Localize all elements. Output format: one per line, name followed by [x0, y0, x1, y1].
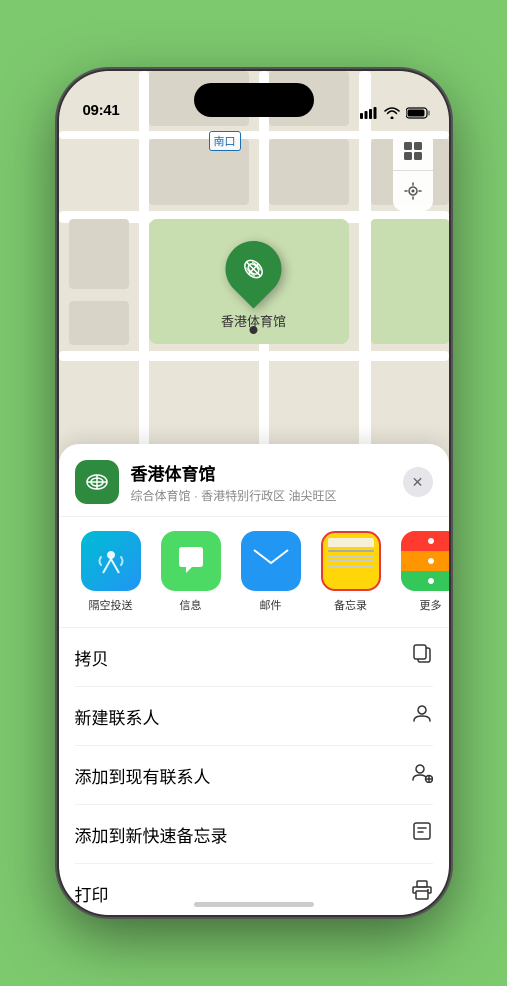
action-quick-note-label: 添加到新快速备忘录: [75, 822, 228, 847]
airdrop-label: 隔空投送: [89, 597, 133, 613]
phone-screen: 09:41: [59, 71, 449, 915]
status-icons: [360, 107, 431, 119]
sheet-header: 香港体育馆 综合体育馆 · 香港特别行政区 油尖旺区 ✕: [59, 460, 449, 517]
copy-icon: [411, 643, 433, 671]
pin-shape: [214, 229, 293, 308]
wifi-icon: [384, 107, 400, 119]
quick-note-icon: [411, 820, 433, 848]
app-item-airdrop[interactable]: 隔空投送: [75, 531, 147, 613]
action-quick-note[interactable]: 添加到新快速备忘录: [75, 805, 433, 864]
messages-icon: [161, 531, 221, 591]
airdrop-icon: [81, 531, 141, 591]
action-list: 拷贝 新建联系人: [59, 628, 449, 915]
location-button[interactable]: [393, 171, 433, 211]
signal-icon: [360, 107, 378, 119]
notes-icon: [321, 531, 381, 591]
map-area: 南口: [59, 71, 449, 501]
app-item-mail[interactable]: 邮件: [235, 531, 307, 613]
messages-label: 信息: [180, 597, 202, 613]
action-copy-label: 拷贝: [75, 645, 109, 670]
map-controls: [393, 131, 433, 211]
pin-icon-inner: [233, 249, 273, 289]
battery-icon: [406, 107, 431, 119]
more-icon: [401, 531, 449, 591]
more-label: 更多: [420, 597, 442, 613]
dynamic-island: [194, 83, 314, 117]
location-pin: 香港体育馆: [221, 241, 286, 330]
map-view-button[interactable]: [393, 131, 433, 171]
venue-subtitle: 综合体育馆 · 香港特别行政区 油尖旺区: [131, 487, 403, 504]
print-icon: [411, 879, 433, 907]
map-label: 南口: [209, 131, 241, 151]
action-print-label: 打印: [75, 881, 109, 906]
add-contact-icon: [411, 761, 433, 789]
action-new-contact[interactable]: 新建联系人: [75, 687, 433, 746]
pin-dot: [249, 326, 257, 334]
venue-info: 香港体育馆 综合体育馆 · 香港特别行政区 油尖旺区: [131, 460, 403, 504]
mail-label: 邮件: [260, 597, 282, 613]
venue-icon: [75, 460, 119, 504]
app-item-notes[interactable]: 备忘录: [315, 531, 387, 613]
app-item-messages[interactable]: 信息: [155, 531, 227, 613]
notes-label: 备忘录: [334, 597, 367, 613]
action-new-contact-label: 新建联系人: [75, 704, 160, 729]
home-indicator: [194, 902, 314, 907]
new-contact-icon: [411, 702, 433, 730]
app-item-more[interactable]: 更多: [395, 531, 449, 613]
action-copy[interactable]: 拷贝: [75, 628, 433, 687]
action-add-contact-label: 添加到现有联系人: [75, 763, 211, 788]
action-print[interactable]: 打印: [75, 864, 433, 915]
venue-name: 香港体育馆: [131, 460, 403, 485]
mail-icon: [241, 531, 301, 591]
bottom-sheet: 香港体育馆 综合体育馆 · 香港特别行政区 油尖旺区 ✕: [59, 444, 449, 915]
phone-frame: 09:41: [59, 71, 449, 915]
action-add-contact[interactable]: 添加到现有联系人: [75, 746, 433, 805]
close-button[interactable]: ✕: [403, 467, 433, 497]
apps-row: 隔空投送 信息: [59, 517, 449, 628]
